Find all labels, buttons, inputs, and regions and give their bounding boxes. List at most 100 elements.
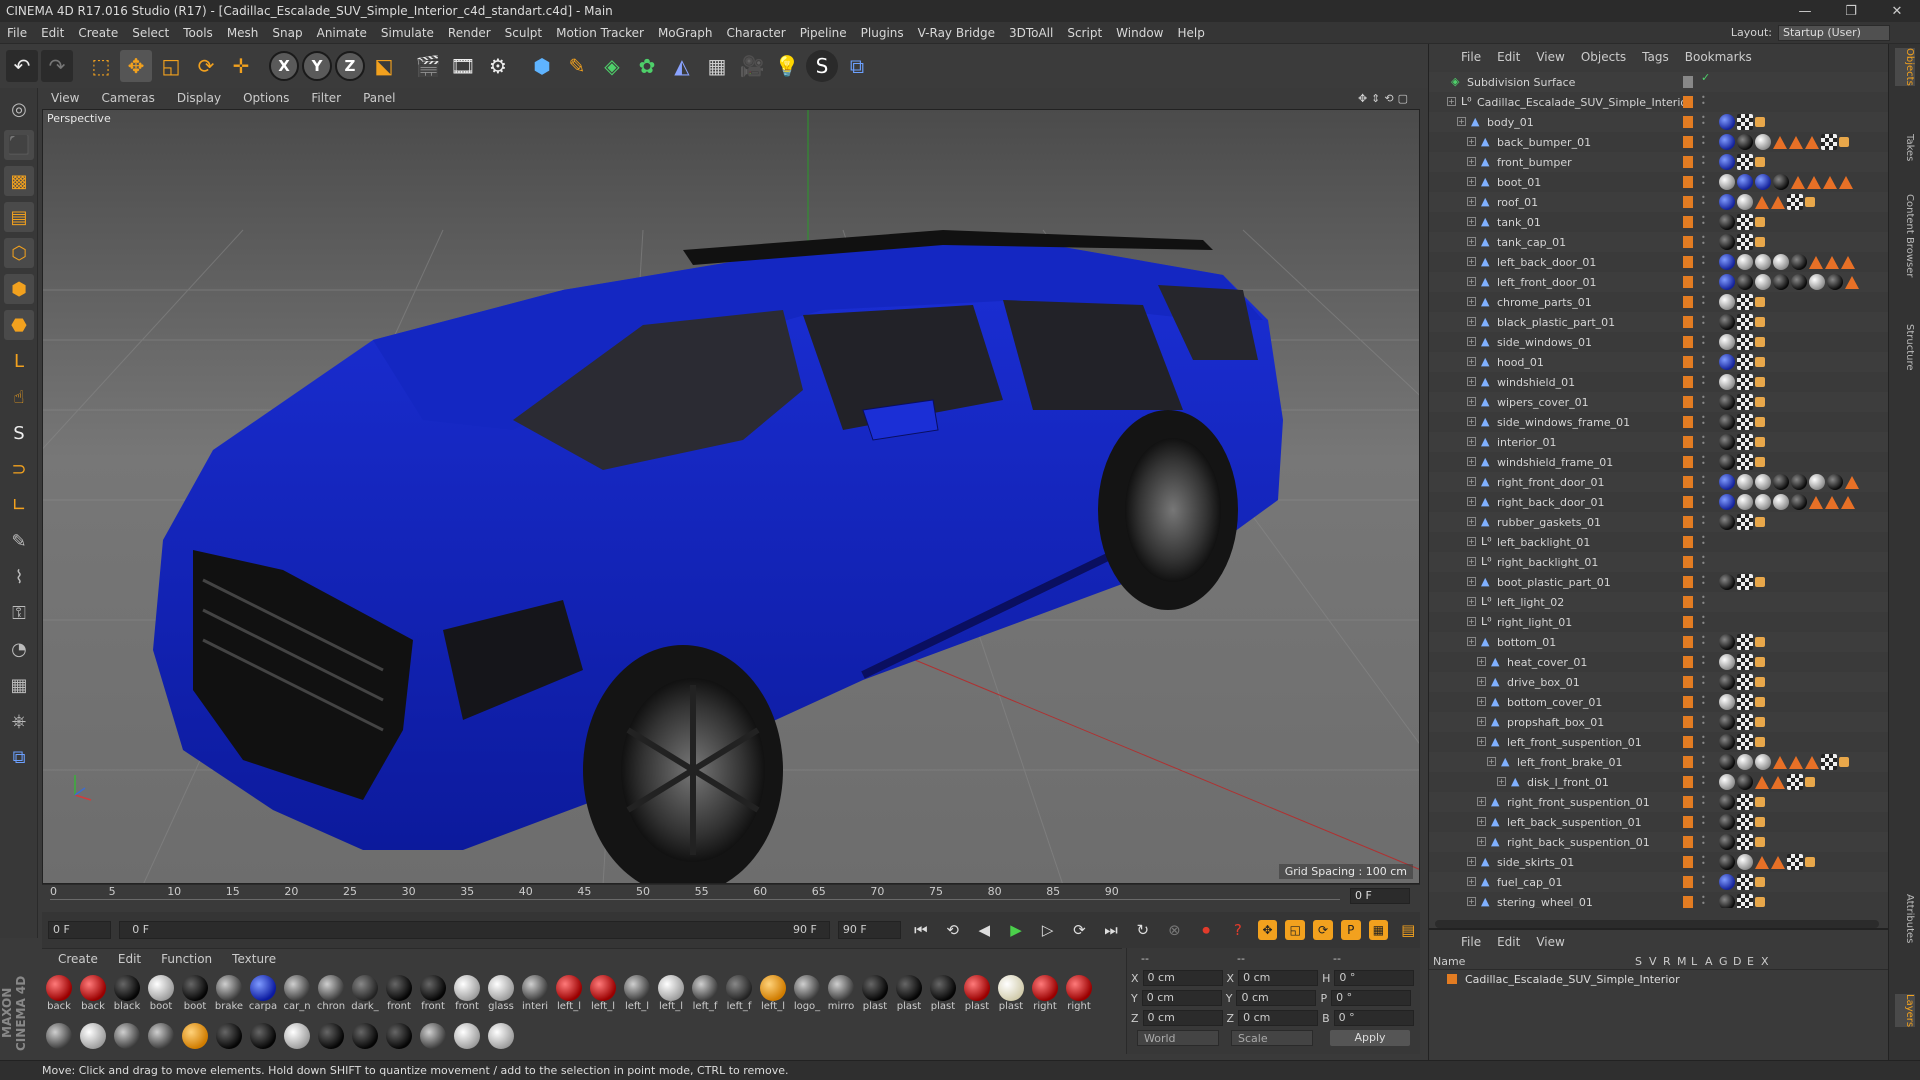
material-tag-icon[interactable] (1719, 254, 1735, 270)
menu-simulate[interactable]: Simulate (374, 26, 441, 40)
visibility-dots-icon[interactable]: • • (1701, 594, 1707, 608)
phong-tag-icon[interactable] (1755, 397, 1765, 407)
visibility-dots-icon[interactable]: • • (1701, 874, 1707, 888)
selection-tag-icon[interactable] (1825, 256, 1839, 269)
timeline-window-icon[interactable]: ▤ (1396, 918, 1420, 942)
layer-color-swatch[interactable] (1683, 516, 1693, 528)
move-tool-icon[interactable]: ✥ (120, 50, 152, 82)
object-tree-row[interactable]: + ▲ left_back_suspention_01 • • (1429, 812, 1889, 832)
selection-tag-icon[interactable] (1771, 856, 1785, 869)
menu-animate[interactable]: Animate (310, 26, 374, 40)
visibility-dots-icon[interactable]: • • (1701, 394, 1707, 408)
render-view-icon[interactable]: 🎬 (412, 50, 444, 82)
play-icon[interactable]: ▶ (1004, 918, 1028, 942)
phong-tag-icon[interactable] (1755, 317, 1765, 327)
expand-toggle-icon[interactable]: + (1487, 757, 1496, 766)
uvw-tag-icon[interactable] (1737, 114, 1753, 130)
material-tag-icon[interactable] (1737, 854, 1753, 870)
expand-toggle-icon[interactable]: + (1467, 477, 1476, 486)
phong-tag-icon[interactable] (1755, 157, 1765, 167)
phong-tag-icon[interactable] (1755, 517, 1765, 527)
uvw-tag-icon[interactable] (1787, 854, 1803, 870)
material-tag-icon[interactable] (1719, 274, 1735, 290)
material-tag-icon[interactable] (1737, 774, 1753, 790)
layer-color-swatch[interactable] (1683, 496, 1693, 508)
visibility-dots-icon[interactable]: • • (1701, 434, 1707, 448)
spline-pen-icon[interactable]: ✎ (561, 50, 593, 82)
uvw-tag-icon[interactable] (1737, 694, 1753, 710)
expand-toggle-icon[interactable]: + (1477, 797, 1486, 806)
timeline-ruler[interactable]: 0 5 10 15 20 25 30 35 40 45 50 55 60 65 70 75 80 85 90 0 F (42, 884, 1420, 908)
material-swatch[interactable]: plast (894, 973, 924, 1019)
autokey-icon[interactable]: ⏺ (1194, 918, 1218, 942)
phong-tag-icon[interactable] (1755, 657, 1765, 667)
uvw-tag-icon[interactable] (1737, 714, 1753, 730)
layer-color-swatch[interactable] (1683, 636, 1693, 648)
material-tag-icon[interactable] (1737, 254, 1753, 270)
visibility-dots-icon[interactable]: • • (1701, 674, 1707, 688)
layer-color-swatch[interactable] (1683, 536, 1693, 548)
selection-tag-icon[interactable] (1845, 476, 1859, 489)
material-tag-icon[interactable] (1755, 754, 1771, 770)
selection-tag-icon[interactable] (1805, 756, 1819, 769)
material-swatch[interactable]: car_n (282, 973, 312, 1019)
paint-icon[interactable]: ⌇ (4, 562, 34, 592)
visibility-dots-icon[interactable]: • • (1701, 274, 1707, 288)
layer-color-swatch[interactable] (1683, 416, 1693, 428)
expand-toggle-icon[interactable]: + (1467, 877, 1476, 886)
material-tag-icon[interactable] (1791, 274, 1807, 290)
visibility-dots-icon[interactable]: • • (1701, 254, 1707, 268)
parameter-key-icon[interactable]: P (1340, 920, 1361, 940)
expand-toggle-icon[interactable]: + (1467, 457, 1476, 466)
position-key-icon[interactable]: ✥ (1257, 920, 1278, 940)
uvw-tag-icon[interactable] (1787, 774, 1803, 790)
visibility-dots-icon[interactable]: • • (1701, 554, 1707, 568)
object-menu-edit[interactable]: Edit (1489, 50, 1528, 64)
material-swatch[interactable]: left_l (622, 973, 652, 1019)
expand-toggle-icon[interactable]: + (1477, 657, 1486, 666)
object-tree-row[interactable]: + ▲ left_front_door_01 • • (1429, 272, 1889, 292)
layer-color-swatch[interactable] (1683, 76, 1693, 88)
object-tree-row[interactable]: + L⁰ left_light_02 • • (1429, 592, 1889, 612)
material-tag-icon[interactable] (1719, 314, 1735, 330)
subdivision-generator-icon[interactable]: ◈ (596, 50, 628, 82)
layer-menu-view[interactable]: View (1528, 935, 1572, 949)
visibility-dots-icon[interactable]: • • (1701, 734, 1707, 748)
uvw-tag-icon[interactable] (1737, 394, 1753, 410)
coordinate-value-field[interactable]: 0 cm (1142, 1010, 1223, 1026)
menu-snap[interactable]: Snap (265, 26, 309, 40)
selection-tag-icon[interactable] (1755, 776, 1769, 789)
menu-select[interactable]: Select (125, 26, 176, 40)
material-tag-icon[interactable] (1737, 174, 1753, 190)
visibility-dots-icon[interactable]: • • (1701, 134, 1707, 148)
coordinate-value-field[interactable]: 0 cm (1236, 990, 1317, 1006)
material-swatch[interactable]: carpa (248, 973, 278, 1019)
expand-toggle-icon[interactable]: + (1467, 217, 1476, 226)
viewport-camera-label[interactable]: Perspective (47, 112, 111, 125)
uvw-tag-icon[interactable] (1737, 874, 1753, 890)
uvw-tag-icon[interactable] (1737, 514, 1753, 530)
layer-color-swatch[interactable] (1683, 276, 1693, 288)
object-tree-row[interactable]: + L⁰ left_backlight_01 • • (1429, 532, 1889, 552)
phong-tag-icon[interactable] (1755, 377, 1765, 387)
uvw-tag-icon[interactable] (1821, 754, 1837, 770)
material-swatch[interactable]: plast (928, 973, 958, 1019)
object-tree-row[interactable]: + ▲ roof_01 • • (1429, 192, 1889, 212)
material-swatch[interactable]: left_l (554, 973, 584, 1019)
side-tab-layers[interactable]: Layers (1895, 994, 1915, 1028)
expand-toggle-icon[interactable]: + (1447, 97, 1456, 106)
start-frame-field[interactable]: 0 F (48, 921, 112, 939)
menu-sculpt[interactable]: Sculpt (498, 26, 549, 40)
object-tree-row[interactable]: + ▲ right_back_door_01 • • (1429, 492, 1889, 512)
side-tab-structure[interactable]: Structure (1895, 324, 1915, 371)
uvw-tag-icon[interactable] (1737, 674, 1753, 690)
layer-color-swatch[interactable] (1683, 856, 1693, 868)
layer-color-swatch[interactable] (1683, 876, 1693, 888)
object-tree-row[interactable]: ◈ Subdivision Surface ✓ (1429, 72, 1889, 92)
go-to-end-icon[interactable]: ⏭ (1099, 918, 1123, 942)
layer-color-swatch[interactable] (1683, 256, 1693, 268)
phong-tag-icon[interactable] (1755, 737, 1765, 747)
uvw-tag-icon[interactable] (1737, 814, 1753, 830)
lock-icon[interactable]: ⚿ (4, 598, 34, 628)
material-tag-icon[interactable] (1737, 494, 1753, 510)
